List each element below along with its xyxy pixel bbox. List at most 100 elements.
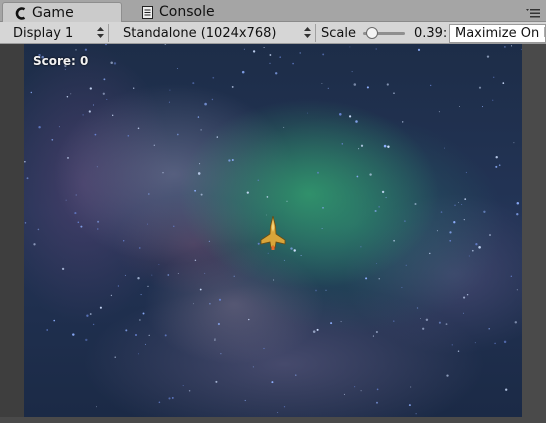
tab-console-label: Console xyxy=(159,4,215,20)
star xyxy=(88,110,91,113)
star xyxy=(113,62,117,65)
star xyxy=(436,230,438,232)
star xyxy=(102,92,105,95)
star xyxy=(209,302,211,305)
star xyxy=(513,142,515,144)
star xyxy=(74,212,77,215)
tab-console[interactable]: Console xyxy=(130,2,260,22)
star xyxy=(401,121,404,123)
star xyxy=(137,277,140,280)
star xyxy=(365,277,368,280)
star xyxy=(164,334,167,337)
tab-menu-icon[interactable] xyxy=(526,8,540,18)
game-view[interactable]: Score: 0 xyxy=(24,44,522,417)
star xyxy=(438,321,441,324)
star xyxy=(97,220,100,223)
star xyxy=(200,129,202,131)
star xyxy=(204,102,207,106)
star xyxy=(275,72,278,75)
star xyxy=(75,194,77,196)
star xyxy=(24,161,26,163)
star xyxy=(61,267,65,271)
star xyxy=(77,221,80,224)
tab-game[interactable]: Game xyxy=(2,2,122,23)
scale-slider[interactable] xyxy=(362,27,405,39)
star xyxy=(293,249,296,252)
star xyxy=(89,313,92,315)
star xyxy=(84,48,88,51)
star xyxy=(46,329,49,331)
star xyxy=(105,44,107,46)
star xyxy=(99,306,102,309)
star xyxy=(393,239,395,242)
star xyxy=(387,145,390,149)
star xyxy=(369,173,372,176)
star xyxy=(327,87,329,90)
star xyxy=(374,209,377,213)
star xyxy=(158,264,160,265)
star xyxy=(147,285,149,287)
star xyxy=(465,171,468,174)
viewport-right-margin xyxy=(522,44,546,423)
star xyxy=(489,234,491,236)
star xyxy=(89,87,92,90)
star xyxy=(139,319,141,321)
star xyxy=(414,202,417,206)
scale-slider-thumb[interactable] xyxy=(365,27,378,39)
display-dropdown[interactable]: Display 1 xyxy=(6,24,109,42)
star xyxy=(199,163,201,165)
star xyxy=(263,46,265,49)
star xyxy=(51,138,54,141)
star xyxy=(343,393,345,395)
star xyxy=(86,314,89,317)
star xyxy=(252,50,256,53)
star xyxy=(127,135,130,137)
resolution-dropdown[interactable]: Standalone (1024x768) xyxy=(116,24,316,42)
star xyxy=(252,366,254,368)
star xyxy=(151,274,153,276)
star xyxy=(417,48,421,51)
dropdown-arrows-icon xyxy=(97,27,104,38)
star xyxy=(315,289,317,292)
maximize-on-play-toggle[interactable]: Maximize On P xyxy=(449,24,546,43)
star xyxy=(322,53,325,56)
star xyxy=(340,321,342,323)
star xyxy=(177,273,179,275)
star xyxy=(140,294,142,296)
star xyxy=(299,52,301,54)
star xyxy=(215,380,218,383)
star xyxy=(355,120,358,123)
scale-control: Scale 0.39: xyxy=(318,24,448,42)
star xyxy=(498,164,501,166)
star xyxy=(168,101,170,103)
star xyxy=(463,218,465,221)
star xyxy=(306,112,308,114)
star xyxy=(516,213,519,216)
star xyxy=(214,339,216,341)
star xyxy=(419,317,421,319)
star xyxy=(358,148,360,150)
star xyxy=(321,82,323,84)
star xyxy=(75,49,77,51)
star xyxy=(385,196,387,199)
star xyxy=(449,239,452,242)
star xyxy=(147,193,150,195)
star xyxy=(176,133,179,136)
star xyxy=(516,202,520,205)
star xyxy=(214,338,216,340)
star xyxy=(325,289,327,291)
star xyxy=(216,136,218,138)
star xyxy=(96,166,98,168)
star xyxy=(110,61,113,64)
star xyxy=(153,144,155,146)
star xyxy=(354,386,356,388)
star xyxy=(33,243,36,246)
star xyxy=(478,246,481,249)
star xyxy=(231,85,234,88)
star xyxy=(171,396,174,399)
star xyxy=(58,126,60,128)
star xyxy=(492,99,494,101)
star xyxy=(192,303,194,305)
star xyxy=(463,312,464,314)
star xyxy=(463,296,466,299)
